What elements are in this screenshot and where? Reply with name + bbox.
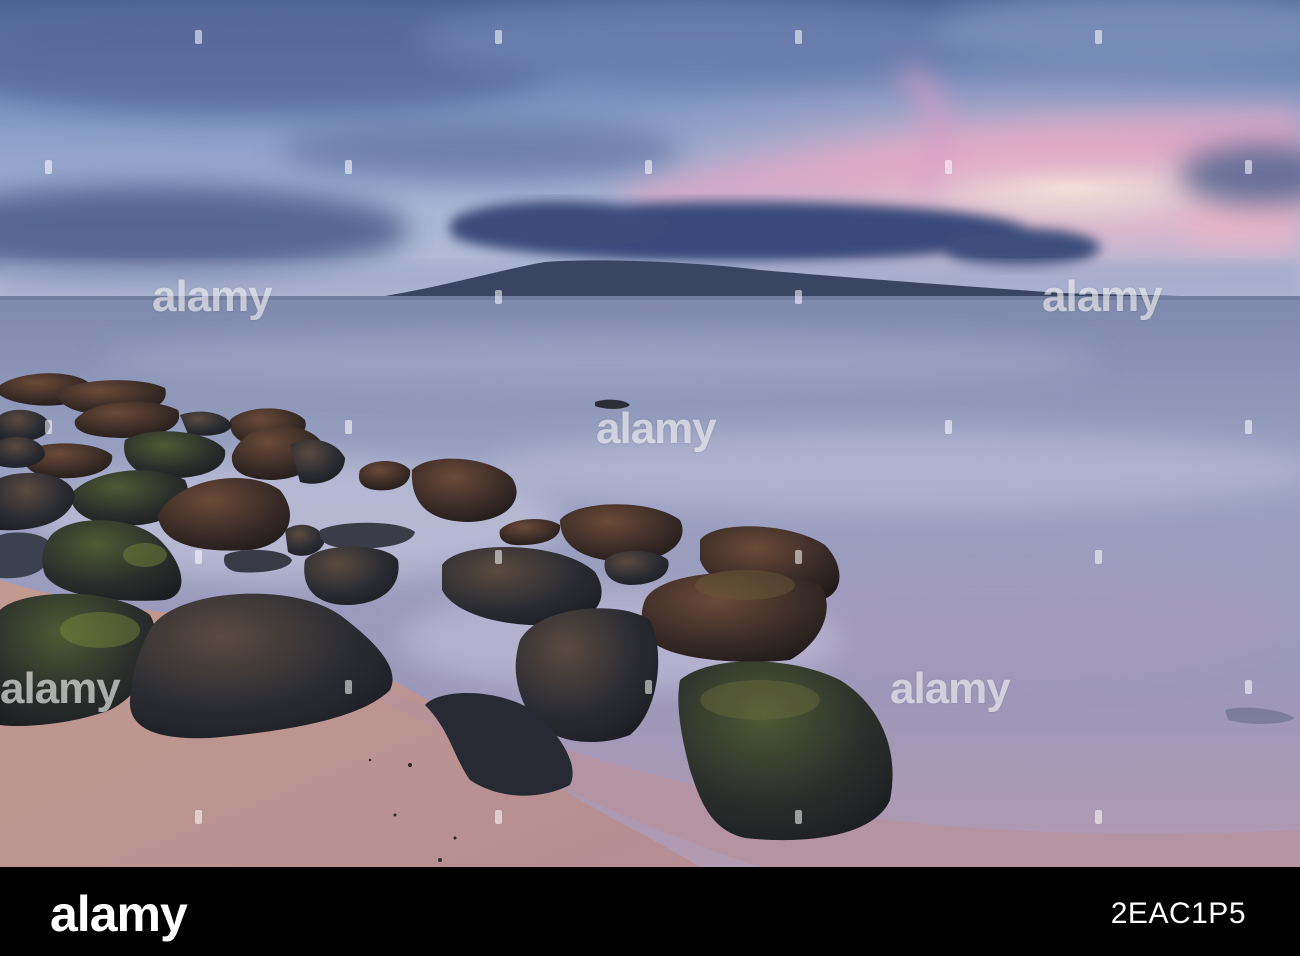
watermark-dot	[1095, 810, 1102, 824]
watermark-footer-bar: alamy 2EAC1P5	[0, 867, 1300, 956]
watermark-dot	[195, 810, 202, 824]
watermark-dot	[1245, 160, 1252, 174]
watermark-text: alamy	[890, 664, 1011, 713]
watermark-dot	[945, 420, 952, 434]
watermark-dot	[495, 550, 502, 564]
watermark-dot	[795, 290, 802, 304]
watermark-dot	[645, 160, 652, 174]
watermark-dot	[1095, 550, 1102, 564]
watermark-dot	[195, 550, 202, 564]
watermark-dot	[795, 810, 802, 824]
watermark-dot	[495, 290, 502, 304]
watermark-text: alamy	[596, 404, 717, 453]
watermark-dot	[795, 550, 802, 564]
watermark-dot	[45, 420, 52, 434]
image-id: 2EAC1P5	[1110, 897, 1246, 930]
watermark-text: alamy	[1042, 272, 1163, 321]
watermark-text: alamy	[0, 664, 121, 713]
watermark-dot	[795, 30, 802, 44]
watermark-dot	[195, 30, 202, 44]
watermark-dot	[645, 680, 652, 694]
watermark-dot	[495, 810, 502, 824]
beach-sunset-photo: alamy alamy alamy alamy alamy	[0, 0, 1300, 867]
watermark-dot	[1245, 420, 1252, 434]
watermark-dot	[945, 160, 952, 174]
watermark-dot	[345, 680, 352, 694]
watermark-dot	[495, 30, 502, 44]
watermark-dot	[345, 420, 352, 434]
watermark-dot	[1095, 30, 1102, 44]
watermark-dot	[45, 160, 52, 174]
watermark-text: alamy	[152, 272, 273, 321]
watermark-dot	[345, 160, 352, 174]
brand-logo: alamy	[50, 886, 188, 942]
watermark-dot	[1245, 680, 1252, 694]
